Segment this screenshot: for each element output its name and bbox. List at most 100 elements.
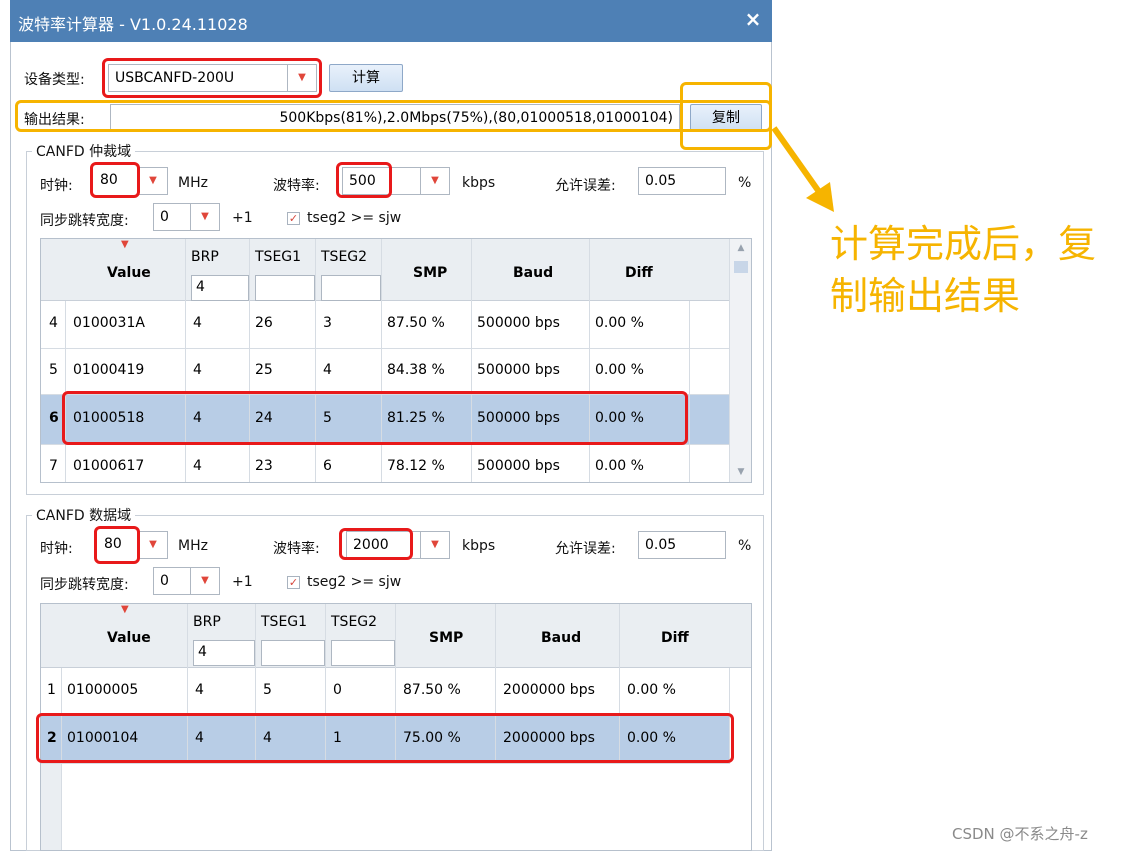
cell-value: 01000104 — [67, 730, 139, 746]
row-index: 7 — [49, 458, 58, 474]
data-baud-select[interactable]: 2000 — [346, 531, 422, 559]
arb-tseg-check-label: tseg2 >= sjw — [307, 210, 402, 226]
arb-header-diff[interactable]: Diff — [625, 265, 653, 281]
arb-header-tseg2[interactable]: TSEG2 — [321, 249, 367, 265]
data-header-value[interactable]: Value — [107, 630, 151, 646]
calculate-button[interactable]: 计算 — [329, 64, 403, 92]
cell-tseg1: 26 — [255, 315, 273, 331]
cell-diff: 0.00 % — [627, 730, 676, 746]
cell-brp: 4 — [193, 362, 202, 378]
scroll-down-icon[interactable]: ▼ — [730, 467, 751, 477]
output-label: 输出结果: — [24, 112, 85, 128]
cell-diff: 0.00 % — [595, 315, 644, 331]
table-row-selected[interactable]: 2 01000104 4 4 1 75.00 % 2000000 bps 0.0… — [41, 716, 729, 764]
data-header-diff[interactable]: Diff — [661, 630, 689, 646]
data-header-smp[interactable]: SMP — [429, 630, 463, 646]
cell-value: 01000419 — [73, 362, 145, 378]
chevron-down-icon[interactable]: ▼ — [190, 203, 220, 231]
cell-baud: 500000 bps — [477, 315, 560, 331]
data-header-tseg1[interactable]: TSEG1 — [261, 614, 307, 630]
chevron-down-icon[interactable]: ▼ — [138, 167, 168, 195]
close-icon[interactable]: × — [742, 8, 764, 30]
cell-tseg2: 6 — [323, 458, 332, 474]
column-divider — [249, 239, 250, 482]
table-row[interactable]: 7 01000617 4 23 6 78.12 % 500000 bps 0.0… — [41, 445, 729, 482]
data-clock-select[interactable]: 80 — [98, 531, 138, 559]
data-header-baud[interactable]: Baud — [541, 630, 581, 646]
device-type-select[interactable]: USBCANFD-200U — [108, 64, 288, 92]
cell-tseg1: 5 — [263, 682, 272, 698]
arb-header-value[interactable]: Value — [107, 265, 151, 281]
cell-smp: 84.38 % — [387, 362, 445, 378]
chevron-down-icon[interactable]: ▼ — [190, 567, 220, 595]
column-divider — [185, 239, 186, 482]
row-index: 4 — [49, 315, 58, 331]
column-divider — [589, 239, 590, 482]
arb-baud-select[interactable]: 500 — [342, 167, 422, 195]
arb-header-tseg1[interactable]: TSEG1 — [255, 249, 301, 265]
table-row[interactable]: 1 01000005 4 5 0 87.50 % 2000000 bps 0.0… — [41, 668, 729, 716]
sort-icon: ▼ — [121, 604, 129, 615]
table-row-selected[interactable]: 6 01000518 4 24 5 81.25 % 500000 bps 0.0… — [41, 395, 729, 445]
data-baud-unit: kbps — [462, 538, 496, 554]
scroll-up-icon[interactable]: ▲ — [730, 243, 751, 253]
column-divider — [61, 668, 62, 850]
arb-scrollbar[interactable]: ▲ ▼ — [729, 239, 751, 482]
data-baud-label: 波特率: — [273, 541, 320, 557]
data-header-tseg2[interactable]: TSEG2 — [331, 614, 377, 630]
sort-icon: ▼ — [121, 239, 129, 250]
data-sjw-select[interactable]: 0 — [153, 567, 191, 595]
column-divider — [495, 604, 496, 764]
data-tseg1-filter[interactable] — [261, 640, 325, 666]
cell-brp: 4 — [195, 730, 204, 746]
data-tolerance-input[interactable]: 0.05 — [638, 531, 726, 559]
arb-tseg2-filter[interactable] — [321, 275, 381, 301]
arb-header-brp[interactable]: BRP — [191, 249, 219, 265]
column-divider — [689, 301, 690, 482]
cell-tseg1: 4 — [263, 730, 272, 746]
chevron-down-icon[interactable]: ▼ — [287, 64, 317, 92]
arb-sjw-label: 同步跳转宽度: — [40, 213, 129, 229]
column-divider — [729, 668, 730, 764]
cell-tseg2: 1 — [333, 730, 342, 746]
row-index: 6 — [49, 410, 59, 426]
cell-diff: 0.00 % — [595, 362, 644, 378]
data-header-brp[interactable]: BRP — [193, 614, 221, 630]
data-tseg-check-label: tseg2 >= sjw — [307, 574, 402, 590]
scroll-thumb[interactable] — [734, 261, 748, 273]
data-clock-unit: MHz — [178, 538, 208, 554]
cell-value: 01000617 — [73, 458, 145, 474]
data-tseg-checkbox[interactable]: ✓ — [287, 576, 300, 589]
copy-button[interactable]: 复制 — [690, 104, 762, 132]
arb-header-smp[interactable]: SMP — [413, 265, 447, 281]
data-brp-filter[interactable]: 4 — [193, 640, 255, 666]
data-group-title: CANFD 数据域 — [32, 505, 136, 525]
cell-tseg2: 0 — [333, 682, 342, 698]
arb-tseg-checkbox[interactable]: ✓ — [287, 212, 300, 225]
row-index: 5 — [49, 362, 58, 378]
cell-tseg2: 3 — [323, 315, 332, 331]
title-bar: 波特率计算器 - V1.0.24.11028 × — [10, 0, 772, 42]
data-clock-label: 时钟: — [40, 541, 73, 557]
arb-tolerance-label: 允许误差: — [555, 178, 616, 194]
arb-clock-select[interactable]: 80 — [94, 167, 138, 195]
cell-diff: 0.00 % — [595, 458, 644, 474]
cell-value: 01000518 — [73, 410, 145, 426]
data-tseg2-filter[interactable] — [331, 640, 395, 666]
arb-tseg1-filter[interactable] — [255, 275, 315, 301]
table-row[interactable]: 4 0100031A 4 26 3 87.50 % 500000 bps 0.0… — [41, 301, 729, 349]
chevron-down-icon[interactable]: ▼ — [138, 531, 168, 559]
cell-brp: 4 — [193, 458, 202, 474]
arb-sjw-select[interactable]: 0 — [153, 203, 191, 231]
cell-baud: 500000 bps — [477, 458, 560, 474]
chevron-down-icon[interactable]: ▼ — [420, 531, 450, 559]
arb-tolerance-input[interactable]: 0.05 — [638, 167, 726, 195]
arb-brp-filter[interactable]: 4 — [191, 275, 249, 301]
column-divider — [315, 239, 316, 482]
arb-header-baud[interactable]: Baud — [513, 265, 553, 281]
table-row[interactable]: 5 01000419 4 25 4 84.38 % 500000 bps 0.0… — [41, 349, 729, 395]
cell-smp: 78.12 % — [387, 458, 445, 474]
output-field[interactable]: 500Kbps(81%),2.0Mbps(75%),(80,01000518,0… — [110, 104, 680, 132]
window-title: 波特率计算器 - V1.0.24.11028 — [18, 15, 248, 34]
chevron-down-icon[interactable]: ▼ — [420, 167, 450, 195]
